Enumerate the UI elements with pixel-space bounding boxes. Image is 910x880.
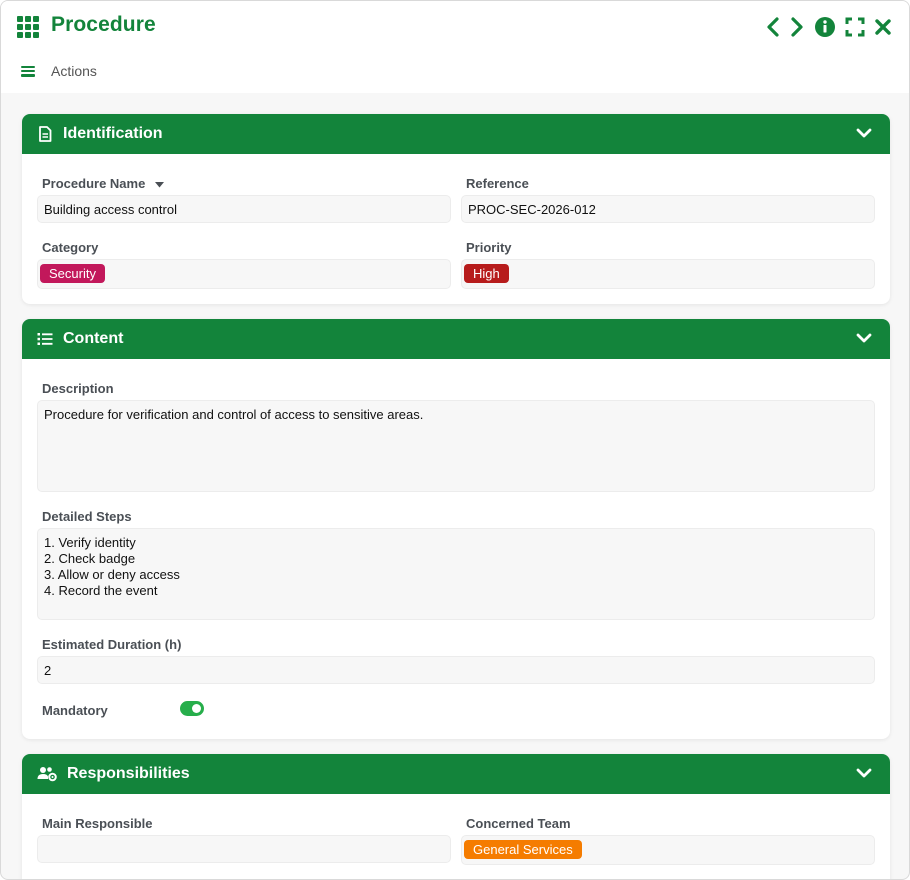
mandatory-label: Mandatory bbox=[42, 703, 108, 718]
users-gear-icon bbox=[36, 765, 58, 783]
responsibilities-header[interactable]: Responsibilities bbox=[22, 754, 890, 794]
description-label: Description bbox=[42, 381, 114, 396]
main-responsible-field[interactable] bbox=[37, 835, 451, 863]
description-field[interactable]: Procedure for verification and control o… bbox=[37, 400, 875, 492]
caret-down-icon[interactable] bbox=[154, 176, 164, 191]
reference-label: Reference bbox=[466, 176, 529, 191]
procedure-window: Procedure Actions Identification Procedu… bbox=[0, 0, 910, 880]
category-label: Category bbox=[42, 240, 99, 255]
window-header: Procedure Actions bbox=[1, 1, 909, 93]
chevron-down-icon[interactable] bbox=[856, 766, 872, 784]
section-title: Content bbox=[63, 330, 124, 347]
fullscreen-icon[interactable] bbox=[843, 15, 867, 39]
category-tag-security[interactable]: Security bbox=[40, 264, 105, 283]
estimated-duration-field[interactable]: 2 bbox=[37, 656, 875, 684]
responsibilities-section: Responsibilities Main Responsible Concer… bbox=[22, 754, 890, 879]
content-header[interactable]: Content bbox=[22, 319, 890, 359]
list-icon bbox=[36, 330, 54, 348]
priority-tag-high[interactable]: High bbox=[464, 264, 509, 283]
chevron-down-icon[interactable] bbox=[856, 126, 872, 144]
procedure-name-field[interactable]: Building access control bbox=[37, 195, 451, 223]
actions-menu-button[interactable]: Actions bbox=[21, 63, 97, 79]
window-title: Procedure bbox=[51, 13, 156, 36]
section-title: Identification bbox=[63, 125, 163, 142]
chevron-right-icon[interactable] bbox=[785, 15, 809, 39]
chevron-down-icon[interactable] bbox=[856, 331, 872, 349]
priority-label: Priority bbox=[466, 240, 512, 255]
document-icon bbox=[36, 125, 54, 143]
actions-label: Actions bbox=[51, 63, 97, 79]
hamburger-icon bbox=[21, 65, 35, 77]
content-section: Content Description Procedure for verifi… bbox=[22, 319, 890, 739]
identification-section: Identification Procedure Name Building a… bbox=[22, 114, 890, 304]
concerned-team-label: Concerned Team bbox=[466, 816, 571, 831]
info-icon[interactable] bbox=[813, 15, 837, 39]
estimated-duration-label: Estimated Duration (h) bbox=[42, 637, 182, 652]
close-icon[interactable] bbox=[871, 15, 895, 39]
section-title: Responsibilities bbox=[67, 765, 190, 782]
detailed-steps-field[interactable]: 1. Verify identity 2. Check badge 3. All… bbox=[37, 528, 875, 620]
detailed-steps-label: Detailed Steps bbox=[42, 509, 132, 524]
chevron-left-icon[interactable] bbox=[761, 15, 785, 39]
mandatory-toggle[interactable] bbox=[180, 701, 204, 716]
identification-header[interactable]: Identification bbox=[22, 114, 890, 154]
procedure-name-label[interactable]: Procedure Name bbox=[42, 176, 164, 191]
app-grid-icon[interactable] bbox=[17, 16, 41, 38]
team-tag-general-services[interactable]: General Services bbox=[464, 840, 582, 859]
priority-field[interactable] bbox=[461, 259, 875, 289]
main-responsible-label: Main Responsible bbox=[42, 816, 153, 831]
reference-field[interactable]: PROC-SEC-2026-012 bbox=[461, 195, 875, 223]
